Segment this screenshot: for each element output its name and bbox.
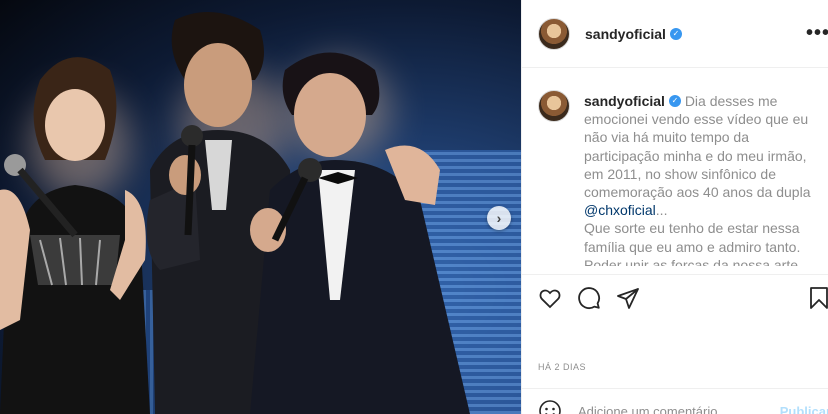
caption-text: sandyoficial ✓ Dia desses me emocionei ve… bbox=[584, 92, 820, 266]
caption-ellipsis: ... bbox=[655, 202, 668, 219]
post-photo[interactable]: › bbox=[0, 0, 521, 414]
header-username[interactable]: sandyoficial ✓ bbox=[585, 26, 682, 42]
caption-line-1: Dia desses me emocionei vendo esse vídeo… bbox=[584, 93, 811, 201]
caption-line-2: Que sorte eu tenho de estar nessa famíli… bbox=[584, 220, 802, 266]
username-text[interactable]: sandyoficial bbox=[585, 26, 666, 42]
comment-input[interactable] bbox=[578, 404, 768, 414]
caption-username[interactable]: sandyoficial ✓ bbox=[584, 93, 681, 109]
caption-avatar[interactable] bbox=[538, 90, 570, 122]
action-bar bbox=[522, 274, 828, 320]
post-header: sandyoficial ✓ ••• bbox=[522, 0, 828, 68]
post-timestamp: HÁ 2 DIAS bbox=[538, 362, 587, 372]
caption-username-text[interactable]: sandyoficial bbox=[584, 93, 665, 109]
post-sidebar: sandyoficial ✓ ••• sandyoficial ✓ Dia dess… bbox=[521, 0, 828, 414]
verified-icon: ✓ bbox=[668, 95, 681, 108]
emoji-icon[interactable] bbox=[538, 399, 562, 414]
chevron-right-icon: › bbox=[496, 210, 502, 226]
verified-icon: ✓ bbox=[669, 27, 682, 40]
caption-body: Dia desses me emocionei vendo esse vídeo… bbox=[584, 93, 810, 266]
comment-icon[interactable] bbox=[577, 286, 601, 315]
comment-row: Publicar bbox=[522, 388, 828, 414]
mention-link[interactable]: @chxoficial bbox=[584, 202, 656, 218]
performers-illustration bbox=[0, 12, 470, 414]
avatar[interactable] bbox=[538, 17, 570, 50]
caption: sandyoficial ✓ Dia desses me emocionei ve… bbox=[538, 90, 823, 266]
publish-button[interactable]: Publicar bbox=[780, 404, 828, 414]
bookmark-icon[interactable] bbox=[809, 286, 828, 315]
carousel-next-button[interactable]: › bbox=[487, 206, 511, 230]
share-icon[interactable] bbox=[616, 286, 640, 315]
more-options-icon[interactable]: ••• bbox=[806, 22, 828, 45]
heart-icon[interactable] bbox=[538, 286, 562, 315]
